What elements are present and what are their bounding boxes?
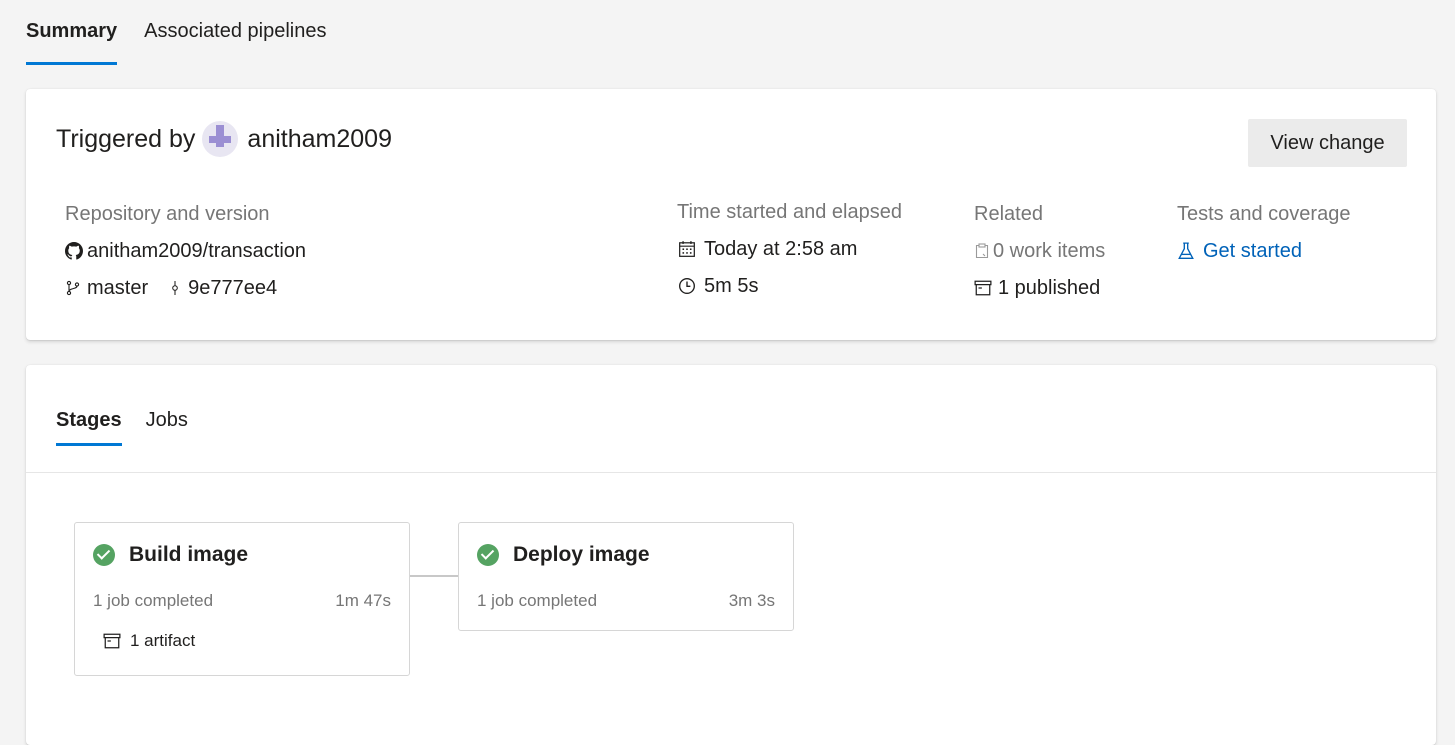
stage-duration: 1m 47s xyxy=(335,591,391,610)
top-tab-bar: Summary Associated pipelines xyxy=(26,0,354,66)
repository-row[interactable]: anitham2009/transaction xyxy=(65,239,306,263)
stage-artifact[interactable]: 1 artifact xyxy=(103,631,195,651)
start-time: Today at 2:58 am xyxy=(704,237,858,260)
stage-name: Build image xyxy=(129,543,249,566)
time-section: Time started and elapsed Today at 2:58 a… xyxy=(677,201,902,311)
time-label: Time started and elapsed xyxy=(677,201,902,223)
elapsed-row: 5m 5s xyxy=(677,274,902,298)
clipboard-icon xyxy=(974,241,990,261)
stage-title: Deploy image xyxy=(477,543,650,567)
success-check-icon xyxy=(93,544,115,566)
version-row: master 9e777ee4 xyxy=(65,276,306,300)
published-count[interactable]: 1 published xyxy=(998,277,1100,300)
work-items-count: 0 work items xyxy=(993,239,1106,262)
calendar-icon xyxy=(677,239,697,259)
branch-name[interactable]: master xyxy=(87,277,148,300)
clock-icon xyxy=(677,276,697,296)
tab-associated-pipelines[interactable]: Associated pipelines xyxy=(144,0,326,65)
stage-deploy-image[interactable]: Deploy image 1 job completed 3m 3s xyxy=(458,522,794,631)
repository-label: Repository and version xyxy=(65,203,270,225)
work-items-row: 0 work items xyxy=(974,239,1105,263)
triggered-by-label: Triggered by xyxy=(56,124,196,153)
tests-label: Tests and coverage xyxy=(1177,203,1351,225)
stage-duration: 3m 3s xyxy=(728,591,775,610)
elapsed-time: 5m 5s xyxy=(704,274,759,297)
trigger-user[interactable]: anitham2009 xyxy=(247,125,392,154)
stage-title: Build image xyxy=(93,543,248,567)
summary-card: Triggered by anitham2009 View change Rep… xyxy=(26,89,1436,340)
github-icon xyxy=(65,241,83,261)
success-check-icon xyxy=(477,544,499,566)
related-section: Related 0 work items 1 published xyxy=(974,203,1105,313)
stage-tab-bar: Stages Jobs xyxy=(56,365,212,449)
branch-icon xyxy=(65,278,81,298)
stage-build-image[interactable]: Build image 1 job completed 1m 47s 1 art… xyxy=(74,522,410,676)
related-label: Related xyxy=(974,203,1043,225)
tests-section: Tests and coverage Get started xyxy=(1177,203,1350,276)
stage-jobs-status: 1 job completed xyxy=(93,591,214,610)
stage-meta: 1 job completed 1m 47s xyxy=(93,591,391,611)
triggered-by: Triggered by anitham2009 xyxy=(56,121,392,157)
flask-icon xyxy=(1177,241,1195,261)
get-started-link[interactable]: Get started xyxy=(1203,240,1302,263)
stages-card: Stages Jobs Build image 1 job completed … xyxy=(26,365,1436,745)
avatar xyxy=(202,121,239,157)
stage-meta: 1 job completed 3m 3s xyxy=(477,591,775,611)
artifact-icon xyxy=(103,631,121,651)
view-change-button[interactable]: View change xyxy=(1248,119,1407,167)
stage-jobs-status: 1 job completed xyxy=(477,591,598,610)
repository-section: Repository and version anitham2009/trans… xyxy=(65,203,306,313)
commit-id[interactable]: 9e777ee4 xyxy=(188,277,277,300)
artifact-icon xyxy=(974,278,992,298)
stage-connector xyxy=(410,575,458,577)
commit-icon xyxy=(168,278,182,298)
stage-name: Deploy image xyxy=(513,543,650,566)
tests-row[interactable]: Get started xyxy=(1177,239,1350,263)
published-row[interactable]: 1 published xyxy=(974,276,1105,300)
tab-jobs[interactable]: Jobs xyxy=(146,365,188,446)
artifact-count[interactable]: 1 artifact xyxy=(130,631,195,651)
repository-name[interactable]: anitham2009/transaction xyxy=(87,240,306,263)
divider xyxy=(26,472,1436,473)
started-row: Today at 2:58 am xyxy=(677,237,902,261)
tab-stages[interactable]: Stages xyxy=(56,365,122,446)
tab-summary[interactable]: Summary xyxy=(26,0,118,65)
